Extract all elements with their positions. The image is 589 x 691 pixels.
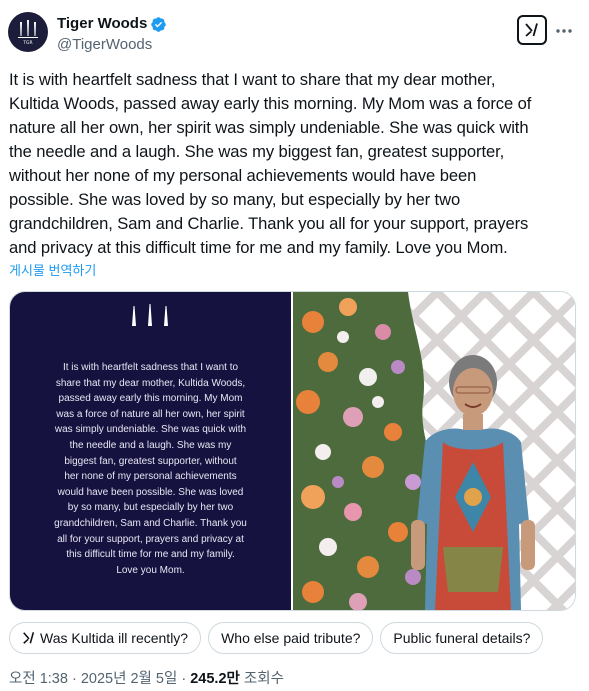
statement-line: this difficult time for me and my family…	[66, 549, 235, 561]
tweet-text-line: the needle and a laugh. She was my bigge…	[9, 142, 505, 161]
chip-label: Who else paid tribute?	[221, 630, 361, 646]
tgr-logo-icon	[132, 304, 168, 326]
tweet-text-line: Kultida Woods, passed away early this mo…	[9, 94, 532, 113]
views-count: 245.2만	[190, 671, 240, 687]
tweet-meta: 오전 1:38 · 2025년 2월 5일 · 245.2만 조회수	[9, 669, 284, 689]
translate-post-link[interactable]: 게시물 번역하기	[9, 262, 96, 280]
statement-image[interactable]: It is with heartfelt sadness that I want…	[10, 292, 291, 610]
chip-label: Public funeral details?	[393, 630, 531, 646]
statement-line: her none of my personal achievements	[64, 471, 237, 483]
statement-line: by so many, but especially by her two	[67, 502, 234, 514]
verified-badge-icon	[151, 16, 167, 32]
tweet-text-line: grandchildren, Sam and Charlie. Thank yo…	[9, 214, 529, 233]
chip-kultida-ill[interactable]: Was Kultida ill recently?	[9, 622, 202, 654]
chip-funeral-details[interactable]: Public funeral details?	[380, 622, 544, 654]
statement-line: share that my dear mother, Kultida Woods…	[55, 377, 246, 389]
tweet-text-line: possible. She was loved by so many, but …	[9, 190, 461, 209]
author-handle[interactable]: @TigerWoods	[57, 35, 167, 55]
author-name-block: Tiger Woods @TigerWoods	[57, 14, 167, 55]
chip-label: Was Kultida ill recently?	[40, 630, 189, 646]
tweet-text-line: and privacy at this difficult time for m…	[9, 238, 508, 257]
author-display-name[interactable]: Tiger Woods	[57, 14, 147, 34]
statement-line: biggest fan, greatest supporter, without	[64, 455, 237, 467]
grok-icon	[23, 632, 35, 645]
photo-kultida-woods[interactable]	[293, 292, 575, 610]
grok-icon	[525, 23, 538, 37]
tweet-text-line: without her none of my personal achievem…	[9, 166, 477, 185]
statement-line: grandchildren, Sam and Charlie. Thank yo…	[54, 517, 247, 529]
tweet-text-line: nature all her own, her spirit was simpl…	[9, 118, 529, 137]
portrait-photo	[293, 292, 575, 610]
meta-separator: ·	[181, 671, 187, 687]
tweet-text: It is with heartfelt sadness that I want…	[9, 68, 574, 260]
statement-text: It is with heartfelt sadness that I want…	[40, 360, 261, 578]
avatar[interactable]: TGR	[8, 12, 48, 52]
grok-suggestion-chips: Was Kultida ill recently? Who else paid t…	[9, 622, 589, 654]
statement-line: all for your support, prayers and privac…	[57, 533, 244, 545]
statement-line: Love you Mom.	[116, 564, 185, 576]
chip-who-else-tribute[interactable]: Who else paid tribute?	[208, 622, 374, 654]
tweet-time[interactable]: 오전 1:38	[9, 671, 68, 687]
statement-line: was a force of nature all her own, her s…	[56, 408, 245, 420]
statement-line: passed away early this morning. My Mom	[58, 393, 243, 405]
statement-line: the needle and a laugh. She was my	[69, 439, 232, 451]
tgr-logo-icon: TGR	[18, 20, 38, 46]
statement-line: was simply undeniable. She was quick wit…	[54, 424, 247, 436]
tweet-header: TGR Tiger Woods @TigerWoods	[8, 12, 581, 56]
tweet-media[interactable]: It is with heartfelt sadness that I want…	[9, 291, 576, 611]
more-options-icon[interactable]	[554, 21, 574, 41]
svg-text:TGR: TGR	[22, 40, 32, 46]
tweet-text-line: It is with heartfelt sadness that I want…	[9, 70, 496, 89]
statement-line: It is with heartfelt sadness that I want…	[62, 362, 239, 373]
statement-line: would have been possible. She was loved	[57, 486, 244, 498]
meta-separator: ·	[71, 671, 77, 687]
grok-button[interactable]	[517, 15, 547, 45]
views-label: 조회수	[243, 671, 284, 687]
tweet-date[interactable]: 2025년 2월 5일	[81, 671, 177, 687]
